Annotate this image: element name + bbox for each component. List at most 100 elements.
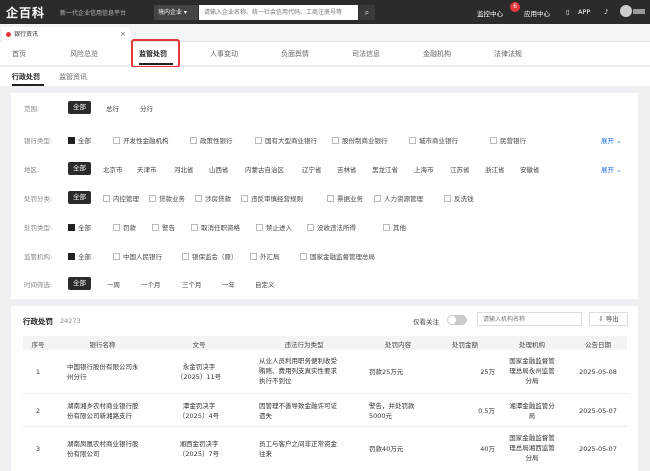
penalty-type-option[interactable]: 没收违法所得	[307, 222, 356, 232]
tab-bank-news[interactable]: 银行资讯 ×	[2, 27, 130, 42]
checkbox-icon[interactable]	[374, 195, 381, 202]
search-icon[interactable]: ⌕	[359, 5, 375, 20]
nav-negative-news[interactable]: 负面舆情	[281, 49, 309, 59]
user-name[interactable]	[633, 9, 645, 14]
region-option[interactable]: 上海市	[414, 164, 434, 174]
bank-type-option[interactable]: 全部	[68, 135, 91, 145]
bank-name-link[interactable]: 湖南湘乡农村商业银行股 份有限公司新湘路支行	[67, 401, 162, 421]
checkbox-icon[interactable]	[300, 253, 307, 260]
checkbox-icon[interactable]	[327, 195, 334, 202]
bank-type-option[interactable]: 开发性金融机构	[113, 135, 169, 145]
avatar[interactable]	[620, 5, 632, 17]
scope-select[interactable]: 境内企业 ▾	[154, 5, 198, 20]
app-center-link[interactable]: 应用中心	[524, 8, 550, 18]
checkbox-icon[interactable]	[490, 137, 497, 144]
checkbox-checked-icon[interactable]	[68, 253, 75, 260]
checkbox-icon[interactable]	[152, 224, 159, 231]
checkbox-icon[interactable]	[255, 137, 262, 144]
nav-risk-overview[interactable]: 风险总览	[70, 49, 98, 59]
bank-type-option[interactable]: 股份制商业银行	[332, 135, 388, 145]
checkbox-icon[interactable]	[182, 253, 189, 260]
checkbox-icon[interactable]	[409, 137, 416, 144]
bank-type-option[interactable]: 政策性银行	[190, 135, 233, 145]
penalty-cat-option-all[interactable]: 全部	[68, 191, 91, 204]
bank-name-link[interactable]: 湖南凤凰农村商业银行股 份有限公司	[67, 439, 162, 459]
checkbox-icon[interactable]	[307, 224, 314, 231]
table-row[interactable]: 2 湖南湘乡农村商业银行股 份有限公司新湘路支行 潭金罚决字 〔2025〕4号 因管…	[23, 395, 627, 427]
checkbox-icon[interactable]	[103, 195, 110, 202]
checkbox-icon[interactable]	[250, 253, 257, 260]
checkbox-checked-icon[interactable]	[68, 137, 75, 144]
region-option[interactable]: 河北省	[174, 164, 194, 174]
region-option[interactable]: 浙江省	[485, 164, 505, 174]
checkbox-icon[interactable]	[241, 195, 248, 202]
search-input[interactable]	[199, 5, 358, 20]
expand-link[interactable]: 展开 ⌄	[601, 164, 622, 174]
scope-option-all[interactable]: 全部	[68, 101, 91, 114]
checkbox-icon[interactable]	[190, 137, 197, 144]
region-option[interactable]: 北京市	[103, 164, 123, 174]
region-option[interactable]: 内蒙古自治区	[245, 164, 284, 174]
phone-icon[interactable]: ▯	[566, 8, 570, 16]
table-row[interactable]: 3 湖南凤凰农村商业银行股 份有限公司 湘西金罚决字 〔2025〕7号 员工与客户之…	[23, 428, 627, 470]
penalty-cat-option[interactable]: 涉房贷款	[195, 193, 231, 203]
checkbox-icon[interactable]	[444, 195, 451, 202]
region-option[interactable]: 安徽省	[520, 164, 540, 174]
expand-link[interactable]: 展开 ⌄	[601, 135, 622, 145]
regulator-option[interactable]: 全部	[68, 251, 91, 261]
penalty-type-option[interactable]: 罚款	[113, 222, 136, 232]
scope-option-branch[interactable]: 分行	[140, 103, 153, 113]
region-option[interactable]: 江苏省	[450, 164, 470, 174]
time-option-week[interactable]: 一周	[107, 279, 120, 289]
checkbox-icon[interactable]	[191, 224, 198, 231]
region-option[interactable]: 天津市	[137, 164, 157, 174]
penalty-cat-option[interactable]: 违反审慎经营规则	[241, 193, 303, 203]
bank-type-option[interactable]: 城市商业银行	[409, 135, 458, 145]
export-button[interactable]: ⇩ 导出	[589, 312, 628, 326]
bank-type-option[interactable]: 国有大型商业银行	[255, 135, 317, 145]
regulator-option[interactable]: 银保监会（原）	[182, 251, 238, 261]
logo[interactable]: 企百科	[6, 4, 45, 21]
nav-home[interactable]: 首页	[12, 49, 26, 59]
close-icon[interactable]: ×	[120, 27, 126, 42]
checkbox-icon[interactable]	[256, 224, 263, 231]
region-option[interactable]: 黑龙江省	[372, 164, 398, 174]
monitor-center-link[interactable]: 监控中心	[477, 8, 503, 18]
app-link[interactable]: APP	[578, 8, 590, 16]
region-option[interactable]: 山西省	[209, 164, 229, 174]
nav-financial-institutions[interactable]: 金融机构	[423, 49, 451, 59]
penalty-type-option[interactable]: 其他	[383, 222, 406, 232]
penalty-type-option[interactable]: 禁止进入	[256, 222, 292, 232]
region-option[interactable]: 辽宁省	[302, 164, 322, 174]
time-option-all[interactable]: 全部	[68, 277, 91, 290]
checkbox-icon[interactable]	[383, 224, 390, 231]
subtab-admin-penalty[interactable]: 行政处罚	[12, 72, 40, 82]
checkbox-icon[interactable]	[195, 195, 202, 202]
penalty-type-option[interactable]: 全部	[68, 222, 91, 232]
checkbox-icon[interactable]	[113, 224, 120, 231]
regulator-option[interactable]: 国家金融监督管理总局	[300, 251, 375, 261]
penalty-type-option[interactable]: 警告	[152, 222, 175, 232]
penalty-cat-option[interactable]: 贷款业务	[149, 193, 185, 203]
bank-name-link[interactable]: 中国银行股份有限公司永 州分行	[67, 362, 162, 382]
only-followed-toggle[interactable]	[447, 315, 467, 325]
penalty-cat-option[interactable]: 人力资源管理	[374, 193, 423, 203]
bell-icon[interactable]: ♪	[604, 8, 608, 16]
time-option-month[interactable]: 一个月	[141, 279, 161, 289]
org-search-input[interactable]	[477, 312, 582, 326]
region-option-all[interactable]: 全部	[68, 162, 91, 175]
checkbox-icon[interactable]	[332, 137, 339, 144]
subtab-regulatory-news[interactable]: 监管资讯	[59, 72, 87, 82]
bank-type-option[interactable]: 民营银行	[490, 135, 526, 145]
penalty-cat-option[interactable]: 内控管理	[103, 193, 139, 203]
penalty-cat-option[interactable]: 反洗钱	[444, 193, 474, 203]
nav-personnel-changes[interactable]: 人事变动	[210, 49, 238, 59]
time-option-3months[interactable]: 三个月	[182, 279, 202, 289]
penalty-type-option[interactable]: 取消任职资格	[191, 222, 240, 232]
checkbox-icon[interactable]	[113, 253, 120, 260]
regulator-option[interactable]: 中国人民银行	[113, 251, 162, 261]
scope-option-hq[interactable]: 总行	[106, 103, 119, 113]
penalty-cat-option[interactable]: 票据业务	[327, 193, 363, 203]
nav-judicial-info[interactable]: 司法信息	[352, 49, 380, 59]
time-option-custom[interactable]: 自定义	[255, 279, 275, 289]
